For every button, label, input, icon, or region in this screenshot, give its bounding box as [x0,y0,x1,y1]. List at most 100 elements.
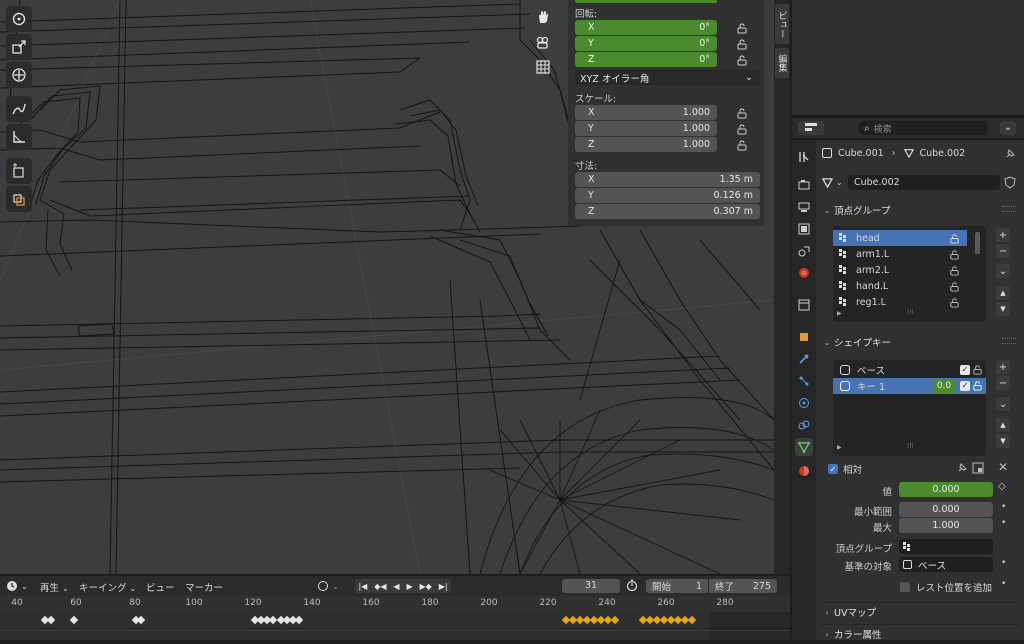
pan-view-icon[interactable] [531,6,555,28]
current-frame-field[interactable]: 31 [562,579,620,593]
add-shape-key-button[interactable]: + [996,360,1010,374]
uv-maps-header[interactable]: › UVマップ [820,602,1020,622]
animate-dot-icon[interactable]: • [1001,502,1006,512]
scene-tab-icon[interactable] [795,242,813,260]
stopwatch-icon[interactable] [626,579,640,593]
prev-keyframe-icon[interactable]: ◆◀ [374,582,386,591]
play-reverse-icon[interactable]: ◀ [393,582,399,591]
value-field[interactable]: 0.000 [899,482,993,497]
tab-view[interactable]: ビュー [775,4,789,44]
annotate-tool-icon[interactable] [6,96,32,122]
tab-edit[interactable]: 編集 [775,48,789,78]
jump-start-icon[interactable]: |◀ [358,582,367,591]
mesh-browse-button[interactable]: ⌄ [822,175,848,190]
lock-icon[interactable] [972,380,983,391]
editor-type-button[interactable] [798,121,824,135]
constraints-tab-icon[interactable] [795,416,813,434]
list-item[interactable]: arm1.L [833,246,986,262]
drag-handle-icon[interactable] [1002,338,1016,344]
dimension-z-field[interactable]: Z 0.307 m [575,204,760,219]
lock-icon[interactable] [736,38,748,50]
rotation-z-field[interactable]: Z 0° [575,52,717,67]
options-dropdown-button[interactable]: ⌄ [1000,121,1016,135]
lock-icon[interactable] [736,123,748,135]
particles-tab-icon[interactable] [795,372,813,390]
keyframe[interactable] [46,615,56,625]
pin-icon[interactable] [1004,148,1016,160]
object-tab-icon[interactable] [795,328,813,346]
shape-key-value[interactable]: 0.0 [933,379,955,393]
marker-menu[interactable]: マーカー [185,580,223,594]
list-item[interactable]: hand.L [833,278,986,294]
outliner-area[interactable] [792,0,1024,116]
add-rest-checkbox[interactable] [900,582,910,592]
keying-menu[interactable]: キーイング ⌄ [79,580,136,594]
edit-mode-cage-icon[interactable] [972,462,984,474]
lock-icon[interactable] [949,249,960,260]
rotation-mode-dropdown[interactable]: XYZ オイラー角 ⌄ [575,70,760,85]
scale-y-field[interactable]: Y 1.000 [575,121,717,136]
expand-arrow-icon[interactable]: ▶ [837,310,842,317]
editor-type-button[interactable]: ⌄ [6,579,32,593]
move-up-button[interactable]: ▲ [996,418,1010,432]
end-frame-field[interactable]: 終了 275 [709,579,777,593]
dimension-y-field[interactable]: Y 0.126 m [575,188,760,203]
transform-tool-icon[interactable] [6,62,32,88]
collection-tab-icon[interactable] [795,296,813,314]
shape-keys-header[interactable]: ⌄ シェイプキー [820,332,1020,352]
pin-icon[interactable] [956,462,968,474]
mesh-name-field[interactable]: Cube.002 [848,175,1000,190]
drag-handle-icon[interactable] [1002,206,1016,212]
render-tab-icon[interactable] [795,176,813,194]
keyframe[interactable] [687,615,697,625]
ortho-grid-icon[interactable] [531,56,555,78]
move-up-button[interactable]: ▲ [996,286,1010,300]
keyframe[interactable] [610,615,620,625]
keyframe[interactable] [136,615,146,625]
next-keyframe-icon[interactable]: ▶◆ [419,582,431,591]
max-field[interactable]: 1.000 [899,518,993,533]
keyframe[interactable] [69,615,79,625]
animate-dot-icon[interactable]: • [1001,579,1006,589]
animate-dot-icon[interactable]: • [1001,518,1006,528]
lock-icon[interactable] [949,233,960,244]
lock-icon[interactable] [736,54,748,66]
view-layer-tab-icon[interactable] [795,220,813,238]
fake-user-shield-icon[interactable] [1004,176,1016,189]
list-item[interactable]: head [833,230,967,246]
scale-tool-icon[interactable] [6,34,32,60]
rotation-y-field[interactable]: Y 0° [575,36,717,51]
clear-shape-key-icon[interactable]: ✕ [998,460,1008,474]
scale-x-field[interactable]: X 1.000 [575,105,717,120]
rotation-x-field[interactable]: X 0° [575,20,717,35]
keyframe-track[interactable] [0,612,790,640]
measure-tool-icon[interactable] [6,124,32,150]
remove-vertex-group-button[interactable]: − [996,244,1010,258]
shape-key-menu-button[interactable]: ⌄ [996,397,1010,411]
output-tab-icon[interactable] [795,198,813,216]
search-input[interactable]: ⌕ 検索 [858,121,988,135]
resize-grip-icon[interactable]: ⁞⁞⁞ [907,308,914,316]
color-attributes-header[interactable]: › カラー属性 [820,624,1020,644]
rotate-tool-icon[interactable] [6,6,32,32]
add-rest-position-toggle[interactable]: レスト位置を追加 [900,580,992,594]
tool-tab-icon[interactable] [795,148,813,166]
frame-ruler[interactable]: 40 60 80 100 120 140 160 180 200 220 240… [0,596,790,612]
camera-view-icon[interactable] [531,32,555,54]
modifier-tab-icon[interactable] [795,350,813,368]
3d-viewport[interactable]: 回転: X 0° Y 0° Z 0° XYZ オイラー角 ⌄ スケール: X 1.000 … [0,0,774,574]
scale-z-field[interactable]: Z 1.000 [575,137,717,152]
lock-icon[interactable] [972,364,983,375]
add-cube-tool-icon[interactable] [6,158,32,184]
vertex-groups-header[interactable]: ⌄ 頂点グループ [820,200,1020,220]
relative-toggle[interactable]: ✓ 相対 [828,462,862,476]
view-menu[interactable]: ビュー [146,580,175,594]
vertex-group-field[interactable] [899,539,993,554]
list-scrollbar[interactable] [975,232,980,254]
jump-end-icon[interactable]: ▶| [439,582,448,591]
lock-icon[interactable] [949,265,960,276]
physics-tab-icon[interactable] [795,394,813,412]
start-frame-field[interactable]: 開始 1 [646,579,708,593]
move-down-button[interactable]: ▼ [996,302,1010,316]
play-icon[interactable]: ▶ [406,582,412,591]
